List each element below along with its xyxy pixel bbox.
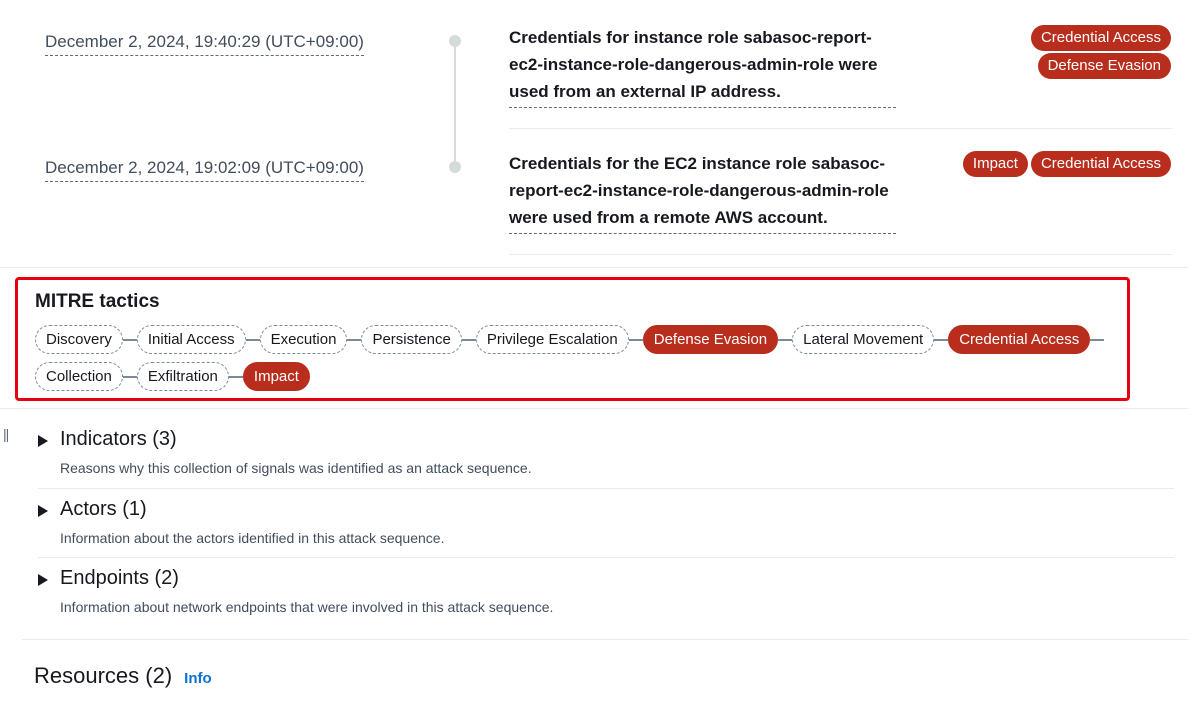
timeline-dot — [449, 161, 461, 173]
event-tactic-badges: Impact Credential Access — [962, 151, 1171, 177]
timeline-dot — [449, 35, 461, 47]
tactic-chain-row: Collection Exfiltration Impact — [35, 362, 310, 391]
resources-title: Resources (2) — [34, 663, 173, 688]
tactic-connector — [228, 375, 243, 378]
event-timeline: December 2, 2024, 19:40:29 (UTC+09:00) C… — [0, 0, 1200, 268]
resources-header: Resources (2) Info — [34, 663, 212, 689]
tactic-defense-evasion: Defense Evasion — [642, 325, 779, 354]
tactic-exfiltration: Exfiltration — [136, 362, 229, 391]
caret-right-icon[interactable] — [38, 574, 48, 586]
tactic-connector — [245, 338, 260, 341]
timeline-line — [454, 40, 456, 166]
tactic-execution: Execution — [259, 325, 348, 354]
mitre-title: MITRE tactics — [35, 291, 160, 312]
pause-icon[interactable]: || — [3, 426, 9, 442]
tactic-connector — [347, 338, 362, 341]
tactic-badge: Credential Access — [1030, 25, 1171, 51]
section-divider — [0, 267, 1188, 268]
mitre-tactics-panel: MITRE tactics Discovery Initial Access E… — [15, 277, 1130, 401]
section-description: Information about the actors identified … — [60, 530, 445, 546]
event-separator — [509, 254, 1172, 255]
tactic-connector — [628, 338, 643, 341]
tactic-badge: Credential Access — [1030, 151, 1171, 177]
event-timestamp[interactable]: December 2, 2024, 19:02:09 (UTC+09:00) — [45, 158, 364, 182]
tactic-badge: Defense Evasion — [1037, 53, 1171, 79]
indicators-section[interactable]: Indicators (3) Reasons why this collecti… — [22, 428, 1174, 480]
tactic-connector — [461, 338, 476, 341]
endpoints-section[interactable]: Endpoints (2) Information about network … — [22, 567, 1174, 619]
caret-right-icon[interactable] — [38, 435, 48, 447]
info-link[interactable]: Info — [184, 670, 212, 687]
tactic-discovery: Discovery — [35, 325, 123, 354]
tactic-connector — [1090, 338, 1105, 341]
caret-right-icon[interactable] — [38, 505, 48, 517]
tactic-lateral-movement: Lateral Movement — [792, 325, 935, 354]
section-divider — [22, 639, 1188, 640]
actors-section[interactable]: Actors (1) Information about the actors … — [22, 498, 1174, 550]
tactic-initial-access: Initial Access — [136, 325, 246, 354]
tactic-persistence: Persistence — [361, 325, 462, 354]
tactic-credential-access: Credential Access — [948, 325, 1091, 354]
tactic-impact: Impact — [242, 362, 310, 391]
tactic-privilege-escalation: Privilege Escalation — [475, 325, 629, 354]
tactic-collection: Collection — [35, 362, 123, 391]
section-title[interactable]: Endpoints (2) — [60, 567, 179, 590]
tactic-connector — [122, 338, 137, 341]
tactic-connector — [778, 338, 793, 341]
section-title[interactable]: Indicators (3) — [60, 428, 177, 451]
event-tactic-badges: Credential Access Defense Evasion — [1030, 25, 1171, 79]
section-description: Reasons why this collection of signals w… — [60, 460, 532, 476]
tactic-connector — [934, 338, 949, 341]
tactic-badge: Impact — [962, 151, 1028, 177]
section-title[interactable]: Actors (1) — [60, 498, 147, 521]
tactic-connector — [122, 375, 137, 378]
event-description[interactable]: Credentials for instance role sabasoc-re… — [509, 24, 896, 108]
section-divider — [38, 557, 1174, 558]
event-separator — [509, 128, 1172, 129]
section-description: Information about network endpoints that… — [60, 599, 554, 615]
tactic-chain-row: Discovery Initial Access Execution Persi… — [35, 325, 1105, 354]
section-divider — [38, 488, 1174, 489]
event-timestamp[interactable]: December 2, 2024, 19:40:29 (UTC+09:00) — [45, 32, 364, 56]
event-description[interactable]: Credentials for the EC2 instance role sa… — [509, 150, 896, 234]
section-divider — [0, 408, 1188, 409]
